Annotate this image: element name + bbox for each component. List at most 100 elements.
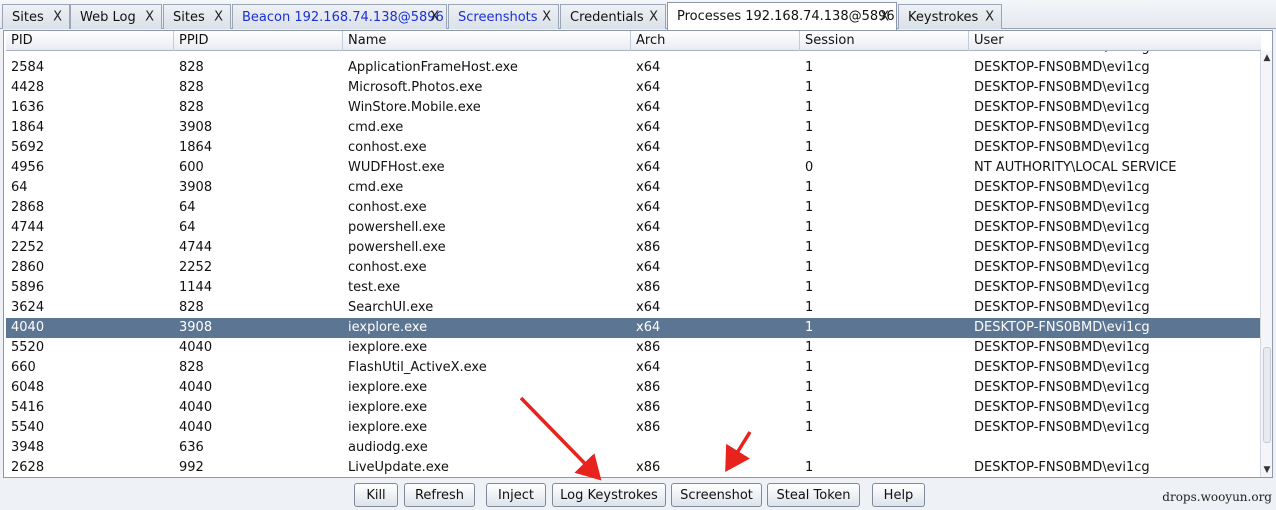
- cell-name: iexplore.exe: [348, 380, 428, 395]
- table-row[interactable]: 3948 636 audiodg.exe: [6, 438, 1261, 458]
- scroll-up-icon[interactable]: ▲: [1261, 51, 1272, 65]
- cell-arch: x64: [636, 360, 661, 375]
- scroll-down-icon[interactable]: ▼: [1261, 463, 1272, 477]
- table-row[interactable]: 2584 828 ApplicationFrameHost.exe x64 1 DESKT…: [6, 58, 1261, 78]
- cell-session: 1: [805, 300, 814, 315]
- cell-user: DESKTOP-FNS0BMD\evi1cg: [974, 180, 1150, 195]
- table-row-selected[interactable]: 4040 3908 iexplore.exe x64 1 DESKTOP-FNS0BMD\…: [6, 318, 1261, 338]
- column-header-arch[interactable]: Arch: [631, 31, 800, 51]
- cell-pid: 5540: [11, 420, 45, 435]
- close-icon[interactable]: X: [649, 10, 658, 25]
- cell-pid: 2628: [11, 460, 45, 475]
- cell-session: 1: [805, 280, 814, 295]
- cell-pid: 5692: [11, 140, 45, 155]
- column-header-name[interactable]: Name: [343, 31, 631, 51]
- close-icon[interactable]: X: [985, 10, 994, 25]
- tab-credentials[interactable]: Credentials X: [560, 4, 666, 29]
- table-row[interactable]: 1864 3908 cmd.exe x64 1 DESKTOP-FNS0BMD\evi1c…: [6, 118, 1261, 138]
- cell-arch: x86: [636, 240, 661, 255]
- cell-user: DESKTOP-FNS0BMD\evi1cg: [974, 140, 1150, 155]
- cell-name: cmd.exe: [348, 120, 404, 135]
- cell-pid: 1636: [11, 100, 45, 115]
- close-icon[interactable]: X: [214, 10, 223, 25]
- cell-ppid: 3908: [179, 120, 213, 135]
- table-row[interactable]: 2628 992 LiveUpdate.exe x86 1 DESKTOP-FNS0BMD…: [6, 458, 1261, 477]
- close-icon[interactable]: X: [542, 10, 551, 25]
- cell-name: iexplore.exe: [348, 400, 428, 415]
- table-row[interactable]: 64 3908 cmd.exe x64 1 DESKTOP-FNS0BMD\evi1cg: [6, 178, 1261, 198]
- table-row[interactable]: 5896 1144 test.exe x86 1 DESKTOP-FNS0BMD\evi1…: [6, 278, 1261, 298]
- cell-user: DESKTOP-FNS0BMD\evi1cg: [974, 280, 1150, 295]
- cell-pid: 4428: [11, 80, 45, 95]
- tab-label: Beacon 192.168.74.138@5896: [242, 9, 444, 25]
- cell-session: 1: [805, 400, 814, 415]
- table-row[interactable]: 5540 4040 iexplore.exe x86 1 DESKTOP-FNS0BMD\…: [6, 418, 1261, 438]
- table-row[interactable]: 4428 828 Microsoft.Photos.exe x64 1 DESKTOP-F…: [6, 78, 1261, 98]
- inject-button[interactable]: Inject: [486, 483, 546, 507]
- close-icon[interactable]: X: [145, 10, 154, 25]
- tab-sites[interactable]: Sites X: [2, 4, 70, 29]
- tab-processes-192-168-74-138-5896[interactable]: Processes 192.168.74.138@5896 X: [667, 2, 897, 30]
- scroll-thumb[interactable]: [1263, 347, 1271, 443]
- table-row[interactable]: 2252 4744 powershell.exe x86 1 DESKTOP-FNS0BM…: [6, 238, 1261, 258]
- cell-arch: x64: [636, 100, 661, 115]
- cell-session: 1: [805, 80, 814, 95]
- cell-arch: x64: [636, 320, 661, 335]
- cell-arch: x86: [636, 420, 661, 435]
- column-header-pid[interactable]: PID: [6, 31, 174, 51]
- close-icon[interactable]: X: [880, 9, 889, 24]
- refresh-button[interactable]: Refresh: [404, 483, 475, 507]
- cell-ppid: 4040: [179, 420, 213, 435]
- tab-web-log[interactable]: Web Log X: [70, 4, 162, 29]
- screenshot-button[interactable]: Screenshot: [671, 483, 762, 507]
- cell-ppid: 3908: [179, 320, 213, 335]
- table-row[interactable]: 4956 600 WUDFHost.exe x64 0 NT AUTHORITY\LOCA…: [6, 158, 1261, 178]
- cell-name: iexplore.exe: [348, 420, 428, 435]
- tab-beacon-192-168-74-138-5896[interactable]: Beacon 192.168.74.138@5896 X: [232, 4, 447, 29]
- table-row[interactable]: 6048 4040 iexplore.exe x86 1 DESKTOP-FNS0BMD\…: [6, 378, 1261, 398]
- cell-pid: 1864: [11, 120, 45, 135]
- cell-user: DESKTOP-FNS0BMD\evi1cg: [974, 80, 1150, 95]
- table-row[interactable]: 5520 4040 iexplore.exe x86 1 DESKTOP-FNS0BMD\…: [6, 338, 1261, 358]
- column-header-ppid[interactable]: PPID: [174, 31, 343, 51]
- kill-button[interactable]: Kill: [354, 483, 398, 507]
- column-header-user[interactable]: User: [969, 31, 1261, 51]
- cell-user: DESKTOP-FNS0BMD\evi1cg: [974, 240, 1150, 255]
- cell-user: DESKTOP-FNS0BMD\evi1cg: [974, 100, 1150, 115]
- table-row[interactable]: 5692 1864 conhost.exe x64 1 DESKTOP-FNS0BMD\e…: [6, 138, 1261, 158]
- column-header-session[interactable]: Session: [800, 31, 969, 51]
- cell-arch: x86: [636, 340, 661, 355]
- cell-session: 1: [805, 420, 814, 435]
- cell-pid: 2584: [11, 60, 45, 75]
- tab-keystrokes[interactable]: Keystrokes X: [898, 4, 1002, 29]
- cell-pid: 5520: [11, 340, 45, 355]
- table-row[interactable]: 2860 2252 conhost.exe x64 1 DESKTOP-FNS0BMD\e…: [6, 258, 1261, 278]
- tab-sites[interactable]: Sites X: [163, 4, 231, 29]
- cell-name: WinStore.Mobile.exe: [348, 100, 481, 115]
- steal-token-button[interactable]: Steal Token: [767, 483, 860, 507]
- log-keystrokes-button[interactable]: Log Keystrokes: [552, 483, 666, 507]
- cell-session: 0: [805, 160, 814, 175]
- cell-name: conhost.exe: [348, 140, 427, 155]
- cell-ppid: 600: [179, 160, 204, 175]
- tab-screenshots[interactable]: Screenshots X: [448, 4, 559, 29]
- table-row[interactable]: 2868 64 conhost.exe x64 1 DESKTOP-FNS0BMD\evi…: [6, 198, 1261, 218]
- cell-user: DESKTOP-FNS0BMD\evi1cg: [974, 340, 1150, 355]
- cell-name: conhost.exe: [348, 260, 427, 275]
- cell-arch: x64: [636, 140, 661, 155]
- cell-ppid: 1144: [179, 280, 213, 295]
- cell-name: cmd.exe: [348, 180, 404, 195]
- vertical-scrollbar[interactable]: ▲ ▼: [1260, 51, 1272, 477]
- table-row[interactable]: 1636 828 WinStore.Mobile.exe x64 1 DESKTOP-FN…: [6, 98, 1261, 118]
- table-row[interactable]: 660 828 FlashUtil_ActiveX.exe x64 1 DESKTOP-F…: [6, 358, 1261, 378]
- table-row[interactable]: 4744 64 powershell.exe x64 1 DESKTOP-FNS0BMD\…: [6, 218, 1261, 238]
- watermark: drops.wooyun.org: [1162, 490, 1272, 504]
- table-row[interactable]: 3624 828 SearchUI.exe x64 1 DESKTOP-FNS0BMD\e…: [6, 298, 1261, 318]
- table-row[interactable]: 5416 4040 iexplore.exe x86 1 DESKTOP-FNS0BMD\…: [6, 398, 1261, 418]
- cell-arch: x64: [636, 120, 661, 135]
- close-icon[interactable]: X: [53, 10, 62, 25]
- cell-user: DESKTOP-FNS0BMD\evi1cg: [974, 120, 1150, 135]
- close-icon[interactable]: X: [430, 10, 439, 25]
- help-button[interactable]: Help: [872, 483, 925, 507]
- cell-name: LiveUpdate.exe: [348, 460, 449, 475]
